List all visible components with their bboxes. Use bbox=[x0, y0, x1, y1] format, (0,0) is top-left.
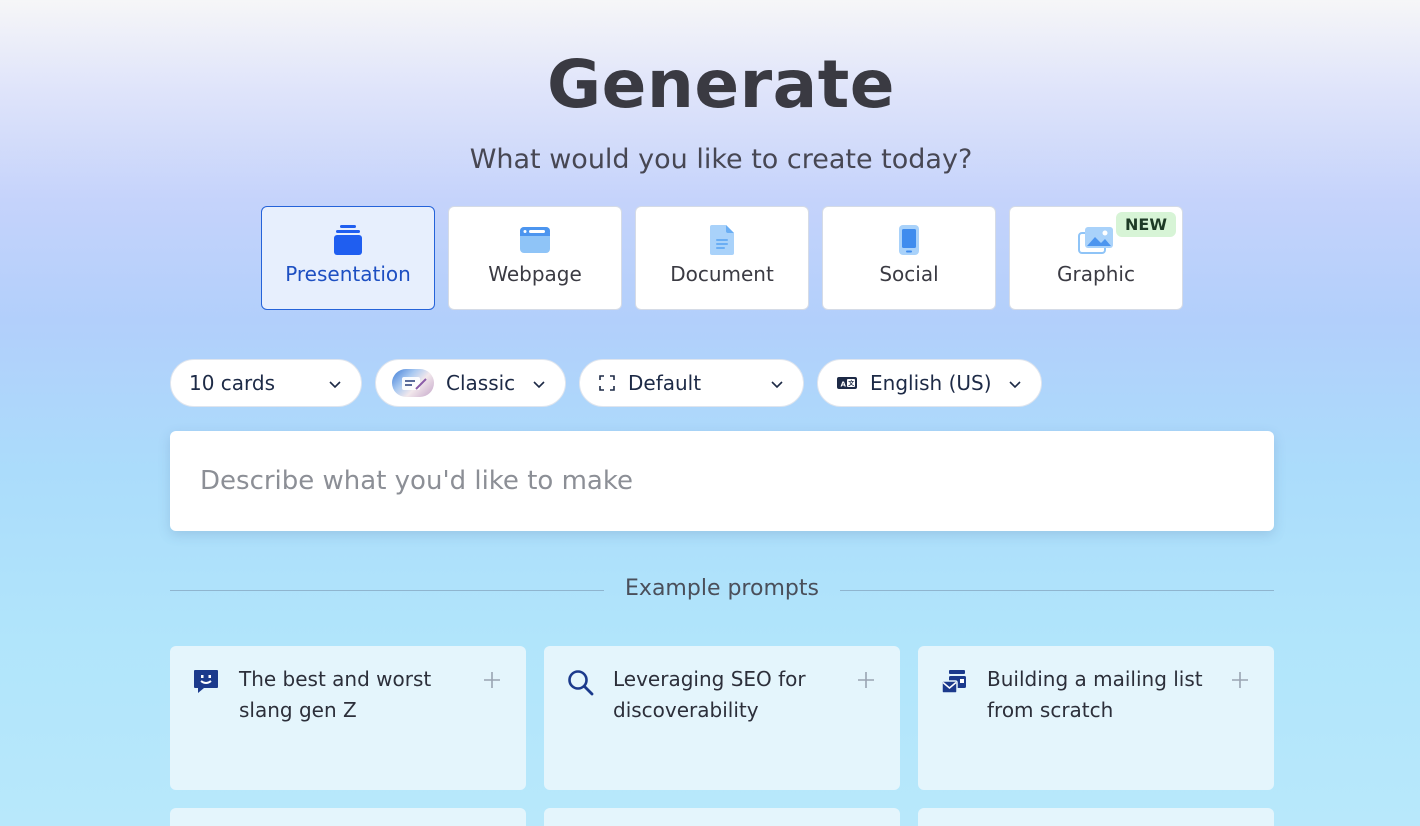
type-label: Document bbox=[670, 262, 774, 286]
type-social[interactable]: Social bbox=[822, 206, 996, 310]
document-icon bbox=[702, 224, 742, 256]
example-prompt-card[interactable] bbox=[170, 808, 526, 826]
theme-value: Classic bbox=[446, 371, 516, 395]
chat-smile-icon bbox=[194, 670, 218, 693]
example-prompt-text: The best and worst slang gen Z bbox=[239, 667, 432, 722]
example-prompt-text: Building a mailing list from scratch bbox=[987, 667, 1203, 722]
page-title: Generate bbox=[546, 46, 896, 123]
example-prompt-text: Leveraging SEO for discoverability bbox=[613, 667, 806, 722]
svg-text:A: A bbox=[841, 381, 847, 389]
stack-icon bbox=[328, 224, 368, 256]
example-prompt-card[interactable] bbox=[544, 808, 900, 826]
format-value: Default bbox=[628, 371, 702, 395]
page-subtitle: What would you like to create today? bbox=[469, 144, 973, 175]
search-icon bbox=[568, 670, 594, 696]
example-prompt-card[interactable]: Building a mailing list from scratch bbox=[918, 646, 1274, 790]
example-prompts-heading: Example prompts bbox=[625, 576, 819, 601]
type-graphic[interactable]: Graphic NEW bbox=[1009, 206, 1183, 310]
mail-icon bbox=[941, 670, 966, 694]
phone-icon bbox=[889, 224, 929, 256]
image-icon bbox=[1076, 224, 1116, 256]
divider-right bbox=[840, 590, 1274, 591]
chevron-down-icon bbox=[533, 381, 545, 389]
chevron-down-icon bbox=[1009, 381, 1021, 389]
type-label: Webpage bbox=[488, 262, 582, 286]
type-label: Presentation bbox=[285, 262, 411, 286]
plus-icon[interactable] bbox=[856, 670, 876, 690]
chevron-down-icon bbox=[329, 381, 341, 389]
plus-icon[interactable] bbox=[1230, 670, 1250, 690]
divider-left bbox=[170, 590, 604, 591]
card-count-select[interactable]: 10 cards bbox=[170, 359, 362, 407]
theme-select[interactable]: Classic bbox=[375, 359, 566, 407]
prompt-input[interactable] bbox=[170, 431, 1274, 531]
plus-icon[interactable] bbox=[482, 670, 502, 690]
prompt-input-container bbox=[170, 431, 1274, 531]
example-prompt-card[interactable]: Leveraging SEO for discoverability bbox=[544, 646, 900, 790]
theme-thumbnail bbox=[392, 369, 434, 397]
type-document[interactable]: Document bbox=[635, 206, 809, 310]
generation-options: 10 cards Classic Default A 文 English (US… bbox=[170, 359, 1042, 407]
content-type-selector: Presentation Webpage Document Social Gra… bbox=[261, 206, 1183, 310]
browser-window-icon bbox=[515, 224, 555, 256]
type-presentation[interactable]: Presentation bbox=[261, 206, 435, 310]
type-label: Social bbox=[879, 262, 939, 286]
frame-icon bbox=[599, 375, 615, 391]
language-select[interactable]: A 文 English (US) bbox=[817, 359, 1042, 407]
example-prompt-card[interactable] bbox=[918, 808, 1274, 826]
translate-icon: A 文 bbox=[837, 377, 857, 389]
card-count-value: 10 cards bbox=[189, 371, 276, 395]
language-value: English (US) bbox=[870, 371, 992, 395]
chevron-down-icon bbox=[771, 381, 783, 389]
example-prompt-card[interactable]: The best and worst slang gen Z bbox=[170, 646, 526, 790]
new-badge: NEW bbox=[1116, 212, 1176, 237]
generate-page: Generate What would you like to create t… bbox=[0, 0, 1420, 826]
type-label: Graphic bbox=[1057, 262, 1135, 286]
format-select[interactable]: Default bbox=[579, 359, 804, 407]
type-webpage[interactable]: Webpage bbox=[448, 206, 622, 310]
svg-text:文: 文 bbox=[847, 380, 855, 388]
